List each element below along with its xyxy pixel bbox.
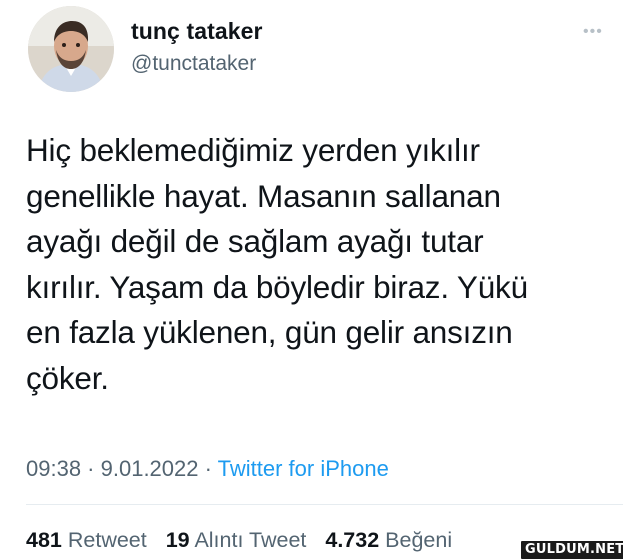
profile-photo-icon bbox=[28, 6, 114, 92]
tweet-meta: 09:38 · 9.01.2022 · Twitter for iPhone bbox=[26, 456, 389, 482]
quotes-label[interactable]: Alıntı Tweet bbox=[194, 528, 306, 552]
author-name[interactable]: tunç tataker bbox=[131, 18, 263, 45]
divider bbox=[26, 504, 623, 505]
site-watermark: GULDUM.NET bbox=[520, 540, 623, 560]
tweet-text: Hiç beklemediğimiz yerden yıkılır genell… bbox=[26, 132, 528, 396]
likes-count[interactable]: 4.732 bbox=[325, 528, 379, 552]
retweets-count[interactable]: 481 bbox=[26, 528, 62, 552]
tweet-card: tunç tataker @tunctataker ••• Hiç beklem… bbox=[0, 0, 623, 560]
meta-separator: · bbox=[198, 456, 218, 481]
more-options-icon[interactable]: ••• bbox=[583, 24, 603, 40]
meta-separator: · bbox=[81, 456, 101, 481]
avatar[interactable] bbox=[28, 6, 114, 92]
quotes-count[interactable]: 19 bbox=[166, 528, 190, 552]
tweet-date[interactable]: 9.01.2022 bbox=[101, 456, 199, 481]
likes-label[interactable]: Beğeni bbox=[385, 528, 452, 552]
author-handle[interactable]: @tunctataker bbox=[131, 52, 256, 76]
retweets-label[interactable]: Retweet bbox=[68, 528, 147, 552]
tweet-stats: 481 Retweet 19 Alıntı Tweet 4.732 Beğeni bbox=[26, 528, 465, 553]
tweet-source-link[interactable]: Twitter for iPhone bbox=[218, 456, 389, 481]
tweet-time[interactable]: 09:38 bbox=[26, 456, 81, 481]
